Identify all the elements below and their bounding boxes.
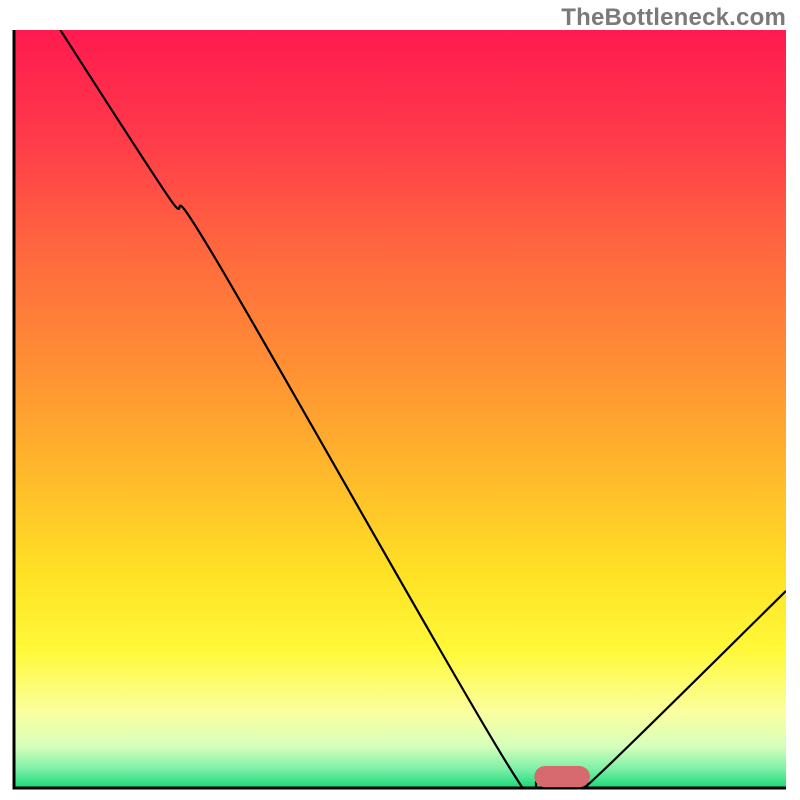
watermark-text: TheBottleneck.com bbox=[561, 4, 786, 32]
gradient-background bbox=[14, 30, 786, 788]
bottleneck-chart bbox=[0, 0, 800, 800]
chart-container: TheBottleneck.com bbox=[0, 0, 800, 800]
optimal-marker bbox=[534, 766, 590, 787]
